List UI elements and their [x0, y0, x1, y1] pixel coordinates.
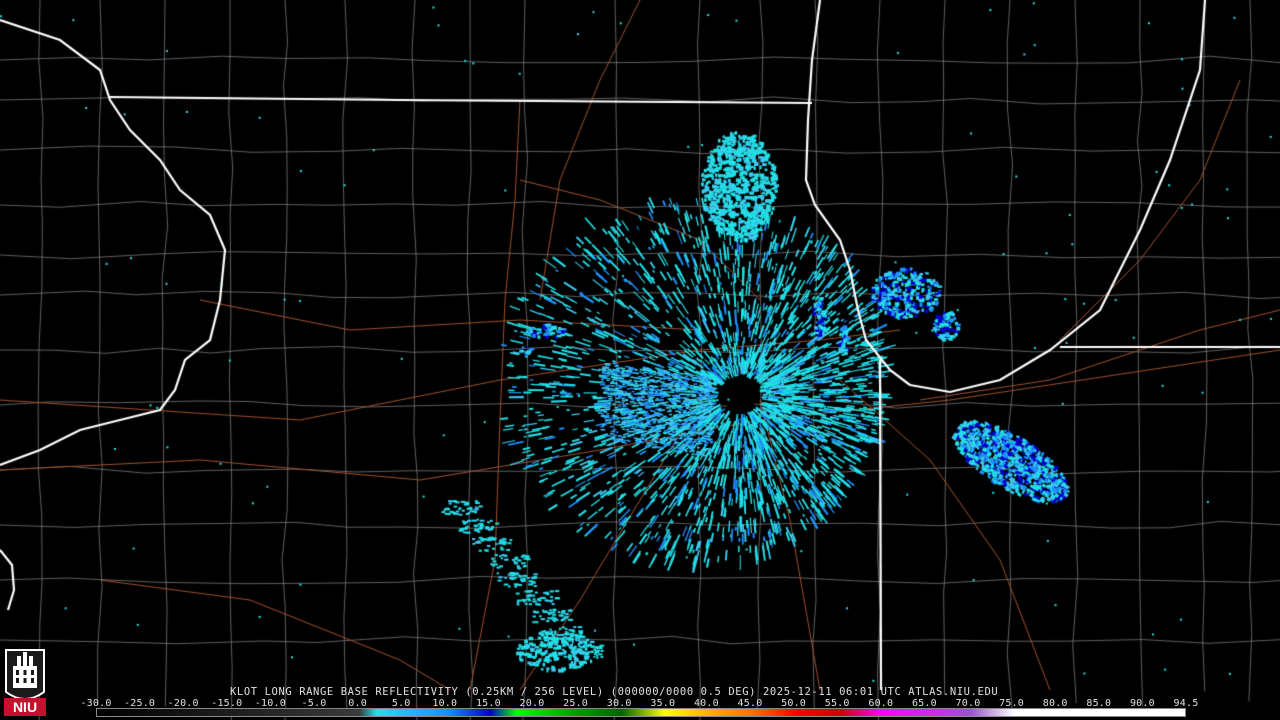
- niu-logo: NIU: [4, 646, 46, 716]
- colorbar-tick-labels: -30.0 -25.0 -20.0 -15.0 -10.0 -5.0 0.0 5.0 10.0 1…: [80, 698, 1198, 709]
- niu-logo-icon: NIU: [4, 649, 46, 716]
- logo-wordmark: NIU: [13, 699, 37, 715]
- radar-map: [0, 0, 1280, 720]
- product-caption: KLOT LONG RANGE BASE REFLECTIVITY (0.25K…: [230, 686, 999, 698]
- reflectivity-colorbar: [96, 708, 1186, 717]
